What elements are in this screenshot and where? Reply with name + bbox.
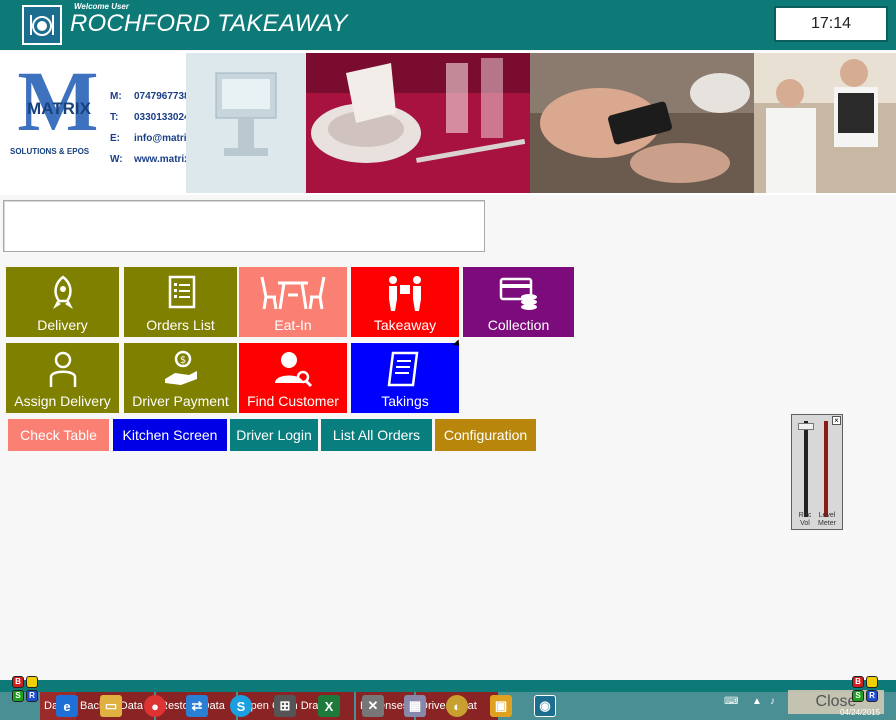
find-customer-label: Find Customer [247,393,339,409]
assign-delivery-label: Assign Delivery [14,393,111,409]
banner: M MATRIX SOLUTIONS & EPOS M: 07479677380 … [0,51,896,195]
collection-label: Collection [487,317,550,333]
delivery-button[interactable]: Delivery [6,267,119,337]
hand-money-icon: $ [164,350,197,385]
excel-icon[interactable]: X [318,695,340,717]
calculator-icon[interactable]: ▦ [404,695,426,717]
driver-payment-button[interactable]: $ Driver Payment [124,343,237,413]
mouse-cursor [452,339,463,349]
rec-vol-thumb[interactable] [798,423,814,430]
list-all-orders-button[interactable]: List All Orders [321,419,432,451]
takeaway-label: Takeaway [373,317,437,333]
takings-button[interactable]: Takings [351,343,459,413]
app-window: Welcome User ROCHFORD TAKEAWAY 17:14 M M… [0,0,896,720]
assign-delivery-button[interactable]: Assign Delivery [6,343,119,413]
check-table-button[interactable]: Check Table [8,419,109,451]
receipt-icon [387,351,419,387]
chrome-icon[interactable]: ● [144,695,166,717]
skype-icon[interactable]: S [230,695,252,717]
tiles-icon-right[interactable]: B S R [850,676,880,706]
svg-text:$: $ [179,355,185,366]
paint-icon[interactable]: ◐ [446,695,468,717]
brand-sub: SOLUTIONS & EPOS [10,147,90,156]
speaker-icon[interactable]: ♪ [770,696,775,707]
message-display-box[interactable] [3,200,485,252]
takeaway-people-icon [389,276,421,311]
takings-label: Takings [381,393,429,409]
rec-vol-slider[interactable] [798,421,814,517]
tray-arrow-icon[interactable]: ▲ [752,696,762,707]
eat-in-button[interactable]: Eat-In [239,267,347,337]
configuration-button[interactable]: Configuration [435,419,536,451]
table-chairs-icon [260,276,326,310]
person-search-icon [275,352,313,388]
tiles-icon-left[interactable]: B S R [10,676,40,706]
orders-list-label: Orders List [146,317,215,333]
driver-login-button[interactable]: Driver Login [230,419,318,451]
brand-name: MATRIX [27,99,91,118]
clock-display: 17:14 [774,6,888,42]
tools-icon[interactable]: ✕ [362,695,384,717]
header-bar: Welcome User ROCHFORD TAKEAWAY 17:14 [0,0,896,50]
close-icon[interactable]: × [832,416,841,425]
collection-button[interactable]: Collection [463,267,574,337]
delivery-label: Delivery [37,317,88,333]
plate-cutlery-icon [22,5,62,45]
keyboard-icon[interactable]: ⌨ [724,696,738,707]
takeaway-app-icon[interactable]: ◉ [534,695,556,717]
takeaway-button[interactable]: Takeaway [351,267,459,337]
eat-in-label: Eat-In [274,317,312,333]
rocket-icon [52,275,73,309]
driver-payment-label: Driver Payment [132,393,229,409]
list-icon [168,275,195,309]
rec-vol-label: Rec Vol [798,512,812,527]
orders-list-button[interactable]: Orders List [124,267,237,337]
internet-explorer-icon[interactable]: e [56,695,78,717]
volume-widget: × Rec Vol Level Meter [791,414,843,530]
dinner-table-photo [306,53,530,193]
find-customer-button[interactable]: Find Customer [239,343,347,413]
pos-terminal-photo [186,53,306,193]
level-meter-label: Level Meter [818,512,836,527]
level-meter [824,421,828,517]
app-tiles-icon[interactable]: ▣ [490,695,512,717]
card-coins-icon [499,277,537,310]
teamviewer-icon[interactable]: ⇄ [186,695,208,717]
bottom-strip [0,680,896,692]
person-icon [49,351,76,387]
app-title: ROCHFORD TAKEAWAY [70,10,348,37]
kitchen-screen-button[interactable]: Kitchen Screen [113,419,227,451]
file-explorer-icon[interactable]: ▭ [100,695,122,717]
matrix-logo: M MATRIX SOLUTIONS & EPOS [10,58,106,159]
taskbar-date: 04/24/2015 [840,708,881,717]
network-icon[interactable]: ⊞ [274,695,296,717]
smartphone-hand-photo [530,53,754,193]
restaurant-staff-photo [754,53,896,193]
